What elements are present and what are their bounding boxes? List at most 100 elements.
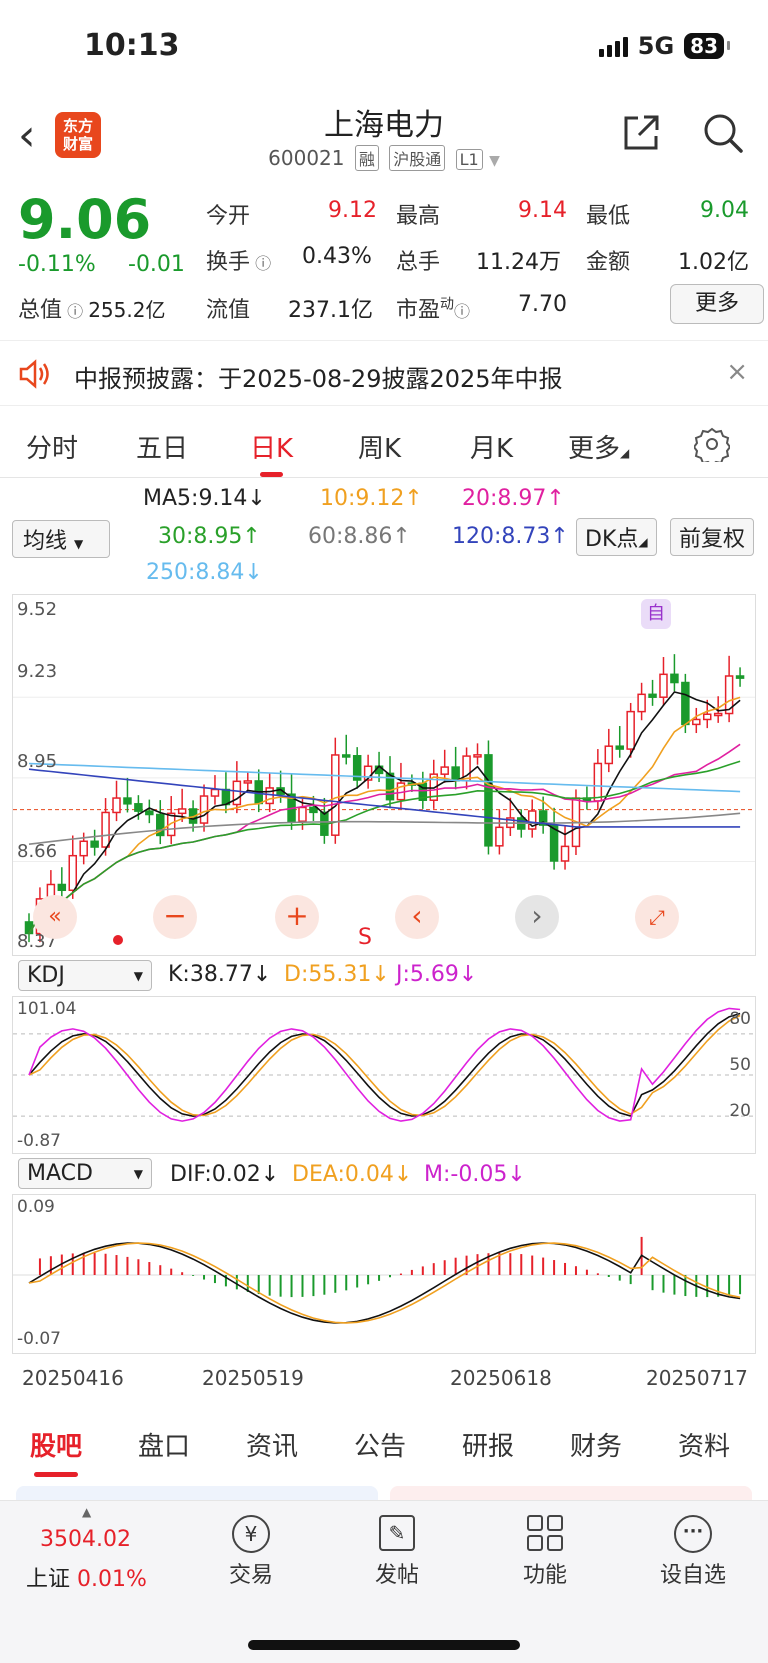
dk-point-button[interactable]: DK点◢	[576, 518, 657, 556]
candle-body	[134, 803, 143, 812]
candle-body	[473, 754, 482, 758]
trade-button[interactable]: ¥ 交易	[196, 1515, 306, 1589]
index-row[interactable]: 上证 0.01%	[26, 1561, 147, 1593]
candle-body	[648, 693, 657, 698]
function-button[interactable]: 功能	[490, 1515, 600, 1589]
candle-body	[692, 718, 701, 726]
candle-body	[604, 745, 614, 765]
tab-announcements[interactable]: 公告	[354, 1426, 406, 1463]
ma-line-60	[28, 812, 741, 845]
kdj-level-label: 50	[729, 1055, 751, 1075]
zoom-out-icon[interactable]: −	[153, 895, 197, 939]
candle-body	[265, 787, 274, 805]
search-icon[interactable]	[702, 112, 744, 154]
more-button[interactable]: 更多	[670, 284, 764, 324]
post-button[interactable]: ✎ 发帖	[342, 1515, 452, 1589]
kdj-svg	[13, 1007, 755, 1122]
ma-selector[interactable]: 均线 ▼	[12, 520, 110, 558]
candle-body	[101, 811, 110, 848]
date-label: 20250618	[450, 1366, 552, 1390]
battery-icon: 83	[684, 33, 730, 59]
tab-finance[interactable]: 财务	[570, 1426, 622, 1463]
candle-body	[123, 797, 132, 805]
tab-orderbook[interactable]: 盘口	[138, 1426, 190, 1463]
turnover-label: 换手 ⓘ	[206, 250, 272, 275]
kdj-chart[interactable]: 101.04 -0.87 80 50 20	[12, 996, 756, 1154]
candle-body	[702, 713, 712, 721]
candle-body	[298, 806, 307, 822]
tab-more[interactable]: 更多◢	[568, 428, 629, 465]
macd-dea-line	[28, 1242, 741, 1324]
tab-five-day[interactable]: 五日	[136, 428, 188, 465]
ma30-value: 30:8.95↑	[158, 524, 261, 549]
zoom-in-icon[interactable]: +	[275, 895, 319, 939]
tag-connect: 沪股通	[389, 145, 446, 171]
adjust-button[interactable]: 前复权	[670, 518, 755, 556]
edit-icon: ✎	[379, 1515, 415, 1551]
status-time: 10:13	[84, 28, 180, 63]
macd-m: M:-0.05↓	[424, 1162, 526, 1187]
ma250-value: 250:8.84↓	[146, 560, 263, 585]
prev-icon[interactable]: ‹	[395, 895, 439, 939]
candle-body	[681, 681, 690, 726]
macd-svg	[13, 1236, 755, 1324]
date-label: 20250717	[646, 1366, 748, 1390]
caret-up-icon: ▲	[82, 1505, 92, 1519]
candle-body	[341, 754, 351, 758]
kdj-level-label: 80	[729, 1009, 751, 1029]
tab-weekly-k[interactable]: 周K	[358, 428, 401, 465]
candle-body	[221, 788, 231, 806]
macd-dif: DIF:0.02↓	[170, 1162, 280, 1187]
notice-bar[interactable]: 中报预披露：于2025-08-29披露2025年中报 ×	[0, 340, 768, 406]
tab-forum[interactable]: 股吧	[30, 1426, 82, 1477]
ma120-value: 120:8.73↑	[452, 524, 569, 549]
chevron-down-icon: ▼	[489, 153, 500, 169]
tab-news[interactable]: 资讯	[246, 1426, 298, 1463]
ma-line-20	[28, 743, 741, 934]
yen-icon: ¥	[232, 1515, 270, 1553]
tab-research[interactable]: 研报	[462, 1426, 514, 1463]
high-label: 最高	[396, 204, 441, 229]
rewind-icon[interactable]: «	[33, 895, 77, 939]
home-indicator	[248, 1640, 520, 1650]
kline-y-label: 9.23	[17, 661, 58, 682]
bottom-toolbar: ▲ 3504.02 上证 0.01% ¥ 交易 ✎ 发帖 功能 ··· 设自选	[0, 1500, 768, 1663]
tab-intraday[interactable]: 分时	[26, 428, 78, 465]
current-price: 9.06	[18, 188, 152, 251]
candle-body	[199, 795, 209, 824]
gear-icon[interactable]	[694, 426, 730, 462]
macd-dif-line	[28, 1242, 741, 1324]
tab-profile[interactable]: 资料	[678, 1426, 730, 1463]
candle-body	[210, 788, 220, 797]
kdj-j: J:5.69↓	[396, 962, 478, 987]
speaker-icon	[19, 359, 49, 389]
kdj-d: D:55.31↓	[284, 962, 390, 987]
tab-daily-k[interactable]: 日K	[250, 428, 293, 477]
network-type: 5G	[637, 32, 675, 60]
add-watchlist-button[interactable]: ··· 设自选	[638, 1515, 748, 1589]
change-value: -0.01	[128, 252, 185, 277]
tag-level: L1	[455, 149, 483, 170]
share-icon[interactable]	[620, 112, 662, 154]
tab-monthly-k[interactable]: 月K	[470, 428, 513, 465]
amount-label: 金额	[586, 250, 631, 275]
next-icon[interactable]: ›	[515, 895, 559, 939]
candle-body	[735, 675, 745, 679]
candle-body	[112, 797, 121, 814]
kline-y-label: 9.52	[17, 599, 58, 620]
change-pct: -0.11%	[18, 252, 96, 277]
kdj-selector[interactable]: KDJ ▼	[18, 960, 152, 991]
index-value[interactable]: 3504.02	[40, 1527, 131, 1552]
mktcap-value: 255.2亿	[88, 298, 166, 322]
ma10-value: 10:9.12↑	[320, 486, 423, 511]
self-marker[interactable]: 自	[641, 599, 671, 629]
candle-body	[145, 810, 154, 816]
close-icon[interactable]: ×	[726, 357, 748, 387]
fullscreen-icon[interactable]: ⤢	[635, 895, 679, 939]
macd-chart[interactable]: 0.09 -0.07	[12, 1194, 756, 1354]
macd-selector[interactable]: MACD ▼	[18, 1158, 152, 1189]
ma20-value: 20:8.97↑	[462, 486, 565, 511]
kline-chart[interactable]: 9.52 9.23 8.95 8.66 8.37 自 S « − + ‹ › ⤢	[12, 594, 756, 956]
signal-icon	[598, 35, 628, 57]
more-dots-icon: ···	[674, 1515, 712, 1553]
